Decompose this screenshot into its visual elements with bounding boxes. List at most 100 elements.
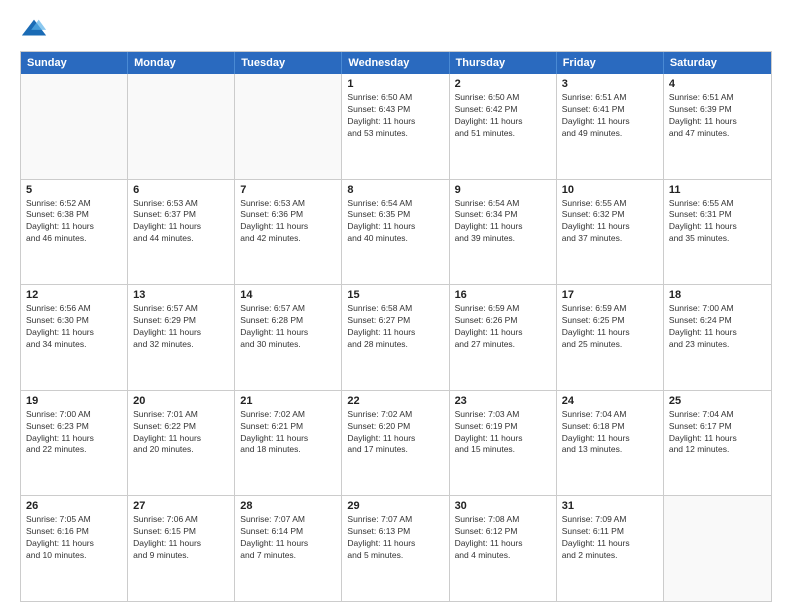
calendar-cell-empty-0-2 (235, 74, 342, 179)
header (20, 15, 772, 43)
day-info: Sunrise: 6:51 AM Sunset: 6:41 PM Dayligh… (562, 92, 658, 140)
day-info: Sunrise: 6:57 AM Sunset: 6:29 PM Dayligh… (133, 303, 229, 351)
calendar-cell-empty-4-6 (664, 496, 771, 601)
header-day-monday: Monday (128, 52, 235, 74)
day-number: 2 (455, 78, 551, 90)
day-number: 16 (455, 289, 551, 301)
day-number: 28 (240, 500, 336, 512)
calendar-cell-14: 14 Sunrise: 6:57 AM Sunset: 6:28 PM Dayli… (235, 285, 342, 390)
day-number: 24 (562, 395, 658, 407)
calendar-cell-5: 5 Sunrise: 6:52 AM Sunset: 6:38 PM Daylig… (21, 180, 128, 285)
calendar-cell-21: 21Sunrise: 7:02 AM Sunset: 6:21 PM Dayli… (235, 391, 342, 496)
calendar-cell-26: 26 Sunrise: 7:05 AM Sunset: 6:16 PM Dayli… (21, 496, 128, 601)
day-number: 13 (133, 289, 229, 301)
day-number: 17 (562, 289, 658, 301)
calendar-cell-27: 27 Sunrise: 7:06 AM Sunset: 6:15 PM Dayli… (128, 496, 235, 601)
day-info: Sunrise: 6:53 AM Sunset: 6:37 PM Dayligh… (133, 198, 229, 246)
calendar-cell-31: 31 Sunrise: 7:09 AM Sunset: 6:11 PM Dayli… (557, 496, 664, 601)
day-info: Sunrise: 7:00 AM Sunset: 6:23 PM Dayligh… (26, 409, 122, 457)
day-number: 12 (26, 289, 122, 301)
calendar: SundayMondayTuesdayWednesdayThursdayFrid… (20, 51, 772, 602)
day-number: 27 (133, 500, 229, 512)
calendar-cell-7: 7 Sunrise: 6:53 AM Sunset: 6:36 PM Daylig… (235, 180, 342, 285)
day-number: 14 (240, 289, 336, 301)
calendar-cell-3: 3 Sunrise: 6:51 AM Sunset: 6:41 PM Daylig… (557, 74, 664, 179)
day-number: 21 (240, 395, 336, 407)
day-info: Sunrise: 6:50 AM Sunset: 6:43 PM Dayligh… (347, 92, 443, 140)
calendar-cell-1: 1 Sunrise: 6:50 AM Sunset: 6:43 PM Daylig… (342, 74, 449, 179)
day-number: 25 (669, 395, 766, 407)
day-info: Sunrise: 6:51 AM Sunset: 6:39 PM Dayligh… (669, 92, 766, 140)
day-number: 15 (347, 289, 443, 301)
day-info: Sunrise: 6:59 AM Sunset: 6:26 PM Dayligh… (455, 303, 551, 351)
day-info: Sunrise: 6:52 AM Sunset: 6:38 PM Dayligh… (26, 198, 122, 246)
calendar-row-4: 26 Sunrise: 7:05 AM Sunset: 6:16 PM Dayli… (21, 496, 771, 601)
day-info: Sunrise: 7:04 AM Sunset: 6:18 PM Dayligh… (562, 409, 658, 457)
day-info: Sunrise: 7:04 AM Sunset: 6:17 PM Dayligh… (669, 409, 766, 457)
day-number: 30 (455, 500, 551, 512)
day-info: Sunrise: 7:06 AM Sunset: 6:15 PM Dayligh… (133, 514, 229, 562)
calendar-cell-24: 24 Sunrise: 7:04 AM Sunset: 6:18 PM Dayli… (557, 391, 664, 496)
day-number: 4 (669, 78, 766, 90)
day-info: Sunrise: 6:59 AM Sunset: 6:25 PM Dayligh… (562, 303, 658, 351)
calendar-cell-empty-0-1 (128, 74, 235, 179)
day-number: 7 (240, 184, 336, 196)
calendar-cell-30: 30Sunrise: 7:08 AM Sunset: 6:12 PM Dayli… (450, 496, 557, 601)
day-info: Sunrise: 6:56 AM Sunset: 6:30 PM Dayligh… (26, 303, 122, 351)
day-info: Sunrise: 6:55 AM Sunset: 6:31 PM Dayligh… (669, 198, 766, 246)
calendar-cell-16: 16 Sunrise: 6:59 AM Sunset: 6:26 PM Dayli… (450, 285, 557, 390)
calendar-cell-17: 17 Sunrise: 6:59 AM Sunset: 6:25 PM Dayli… (557, 285, 664, 390)
calendar-cell-8: 8Sunrise: 6:54 AM Sunset: 6:35 PM Daylig… (342, 180, 449, 285)
calendar-row-1: 5 Sunrise: 6:52 AM Sunset: 6:38 PM Daylig… (21, 180, 771, 286)
day-info: Sunrise: 6:57 AM Sunset: 6:28 PM Dayligh… (240, 303, 336, 351)
day-number: 10 (562, 184, 658, 196)
header-day-wednesday: Wednesday (342, 52, 449, 74)
day-number: 20 (133, 395, 229, 407)
day-info: Sunrise: 7:01 AM Sunset: 6:22 PM Dayligh… (133, 409, 229, 457)
calendar-cell-22: 22Sunrise: 7:02 AM Sunset: 6:20 PM Dayli… (342, 391, 449, 496)
day-number: 22 (347, 395, 443, 407)
day-info: Sunrise: 7:05 AM Sunset: 6:16 PM Dayligh… (26, 514, 122, 562)
calendar-cell-11: 11 Sunrise: 6:55 AM Sunset: 6:31 PM Dayli… (664, 180, 771, 285)
page: SundayMondayTuesdayWednesdayThursdayFrid… (0, 0, 792, 612)
day-info: Sunrise: 6:58 AM Sunset: 6:27 PM Dayligh… (347, 303, 443, 351)
day-number: 29 (347, 500, 443, 512)
header-day-thursday: Thursday (450, 52, 557, 74)
calendar-cell-4: 4 Sunrise: 6:51 AM Sunset: 6:39 PM Daylig… (664, 74, 771, 179)
calendar-cell-12: 12 Sunrise: 6:56 AM Sunset: 6:30 PM Dayli… (21, 285, 128, 390)
day-info: Sunrise: 7:07 AM Sunset: 6:14 PM Dayligh… (240, 514, 336, 562)
header-day-tuesday: Tuesday (235, 52, 342, 74)
day-number: 1 (347, 78, 443, 90)
day-number: 31 (562, 500, 658, 512)
day-number: 5 (26, 184, 122, 196)
day-number: 11 (669, 184, 766, 196)
header-day-friday: Friday (557, 52, 664, 74)
day-info: Sunrise: 7:03 AM Sunset: 6:19 PM Dayligh… (455, 409, 551, 457)
day-number: 9 (455, 184, 551, 196)
calendar-cell-19: 19 Sunrise: 7:00 AM Sunset: 6:23 PM Dayli… (21, 391, 128, 496)
day-info: Sunrise: 7:07 AM Sunset: 6:13 PM Dayligh… (347, 514, 443, 562)
day-info: Sunrise: 6:54 AM Sunset: 6:35 PM Dayligh… (347, 198, 443, 246)
calendar-cell-9: 9 Sunrise: 6:54 AM Sunset: 6:34 PM Daylig… (450, 180, 557, 285)
day-info: Sunrise: 7:09 AM Sunset: 6:11 PM Dayligh… (562, 514, 658, 562)
calendar-cell-13: 13 Sunrise: 6:57 AM Sunset: 6:29 PM Dayli… (128, 285, 235, 390)
day-info: Sunrise: 7:00 AM Sunset: 6:24 PM Dayligh… (669, 303, 766, 351)
day-number: 3 (562, 78, 658, 90)
day-info: Sunrise: 6:50 AM Sunset: 6:42 PM Dayligh… (455, 92, 551, 140)
day-info: Sunrise: 6:55 AM Sunset: 6:32 PM Dayligh… (562, 198, 658, 246)
calendar-cell-2: 2 Sunrise: 6:50 AM Sunset: 6:42 PM Daylig… (450, 74, 557, 179)
calendar-body: 1 Sunrise: 6:50 AM Sunset: 6:43 PM Daylig… (21, 74, 771, 601)
day-info: Sunrise: 6:54 AM Sunset: 6:34 PM Dayligh… (455, 198, 551, 246)
calendar-row-3: 19 Sunrise: 7:00 AM Sunset: 6:23 PM Dayli… (21, 391, 771, 497)
day-info: Sunrise: 6:53 AM Sunset: 6:36 PM Dayligh… (240, 198, 336, 246)
day-number: 26 (26, 500, 122, 512)
calendar-cell-15: 15 Sunrise: 6:58 AM Sunset: 6:27 PM Dayli… (342, 285, 449, 390)
calendar-cell-6: 6Sunrise: 6:53 AM Sunset: 6:37 PM Daylig… (128, 180, 235, 285)
calendar-header: SundayMondayTuesdayWednesdayThursdayFrid… (21, 52, 771, 74)
calendar-cell-20: 20 Sunrise: 7:01 AM Sunset: 6:22 PM Dayli… (128, 391, 235, 496)
calendar-cell-28: 28 Sunrise: 7:07 AM Sunset: 6:14 PM Dayli… (235, 496, 342, 601)
calendar-cell-empty-0-0 (21, 74, 128, 179)
day-number: 19 (26, 395, 122, 407)
calendar-row-2: 12 Sunrise: 6:56 AM Sunset: 6:30 PM Dayli… (21, 285, 771, 391)
header-day-saturday: Saturday (664, 52, 771, 74)
